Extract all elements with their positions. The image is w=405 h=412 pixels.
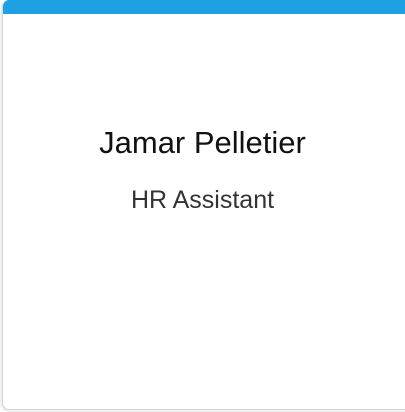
employee-title: HR Assistant bbox=[130, 186, 275, 214]
employee-name: Jamar Pelletier bbox=[99, 125, 306, 160]
card-accent-bar bbox=[3, 0, 405, 14]
